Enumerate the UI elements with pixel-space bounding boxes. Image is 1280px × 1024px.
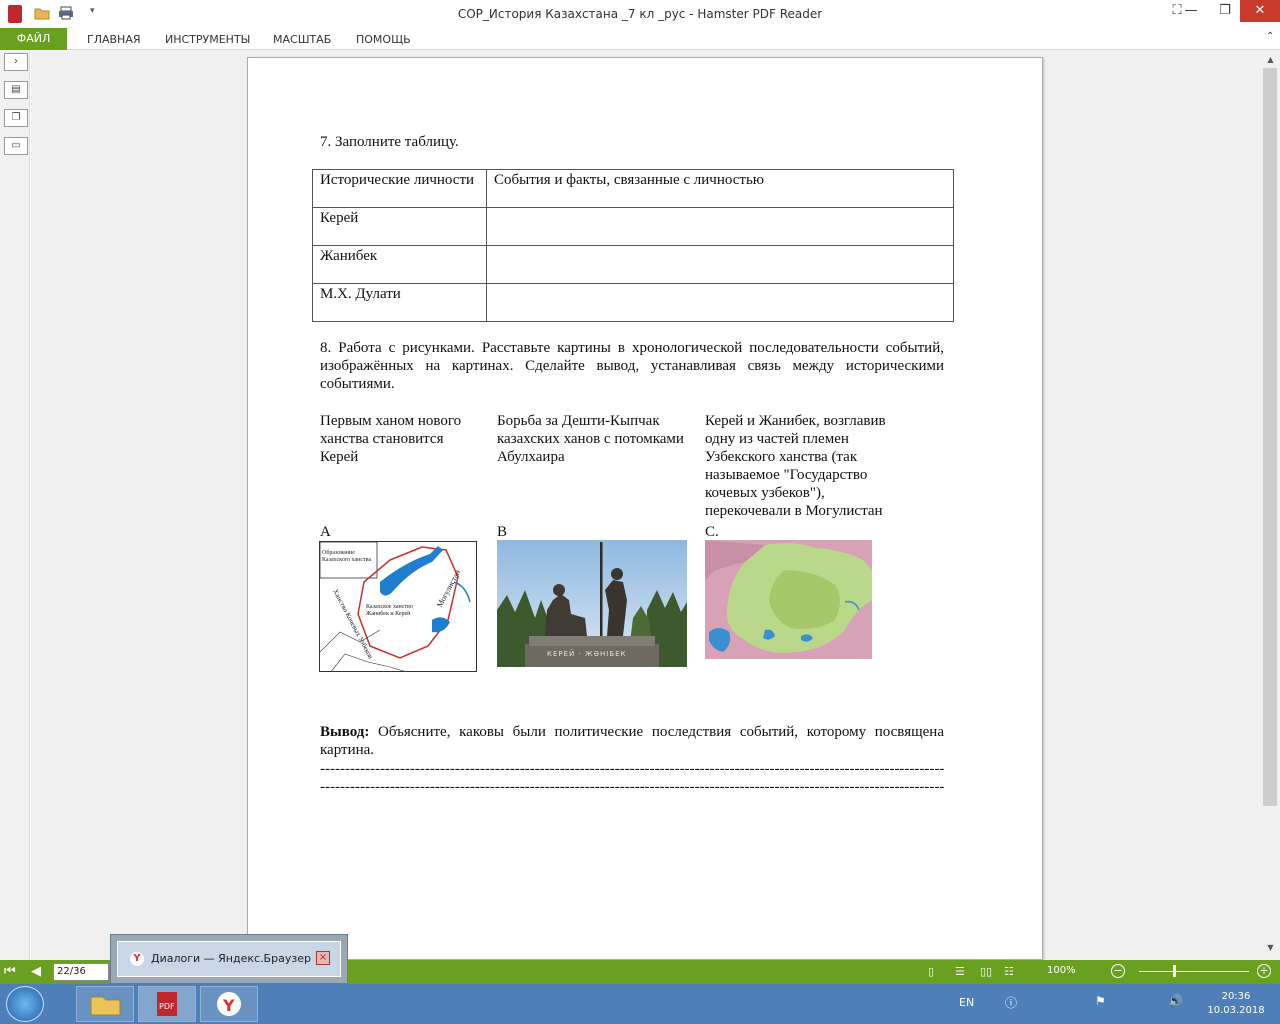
history-table: Исторические личности События и факты, с… — [312, 169, 954, 322]
title-bar: ▾ СОР_История Казахстана _7 кл _рус - Ha… — [0, 0, 1280, 28]
vertical-scrollbar[interactable]: ▲ ▼ — [1261, 50, 1280, 960]
minimize-button[interactable]: — — [1174, 0, 1208, 22]
map-label-khanate: Казахское ханство Жанибек и Керей — [366, 604, 413, 617]
caption-c: Керей и Жанибек, возглавив одну из часте… — [705, 413, 886, 519]
caption-a: Первым ханом нового ханства становится К… — [320, 413, 462, 465]
svg-text:Y: Y — [222, 996, 235, 1015]
caption-b: Борьба за Дешти-Кыпчак казахских ханов с… — [497, 413, 684, 465]
single-page-view-icon[interactable]: ▯ — [928, 965, 934, 978]
scroll-up-icon[interactable]: ▲ — [1261, 52, 1280, 68]
bookmarks-icon[interactable]: ❐ — [4, 109, 28, 127]
yandex-icon: Y — [130, 952, 144, 966]
tab-tools[interactable]: ИНСТРУМЕНТЫ — [165, 33, 250, 46]
two-page-continuous-icon[interactable]: ☷ — [1004, 965, 1014, 978]
map-kazakh-khanate-image: Образование Казахского ханства Казахское… — [319, 541, 477, 672]
help-tray-icon[interactable]: ⓘ — [1005, 994, 1017, 1011]
table-cell — [486, 245, 954, 284]
continuous-view-icon[interactable]: ☰ — [955, 965, 965, 978]
conclusion: Вывод: Объясните, каковы были политическ… — [320, 723, 944, 759]
tab-zoom[interactable]: МАСШТАБ — [273, 33, 331, 46]
historical-map-image — [705, 540, 872, 659]
label-c: С. — [705, 524, 719, 540]
expand-panel-icon[interactable]: › — [4, 53, 28, 71]
zoom-out-icon[interactable]: − — [1111, 964, 1125, 978]
answer-line-2: ----------------------------------------… — [320, 779, 944, 795]
outline-icon[interactable]: ▭ — [4, 137, 28, 155]
taskbar-preview-popup: Y Диалоги — Яндекс.Браузер × — [110, 934, 348, 984]
clock-time: 20:36 — [1221, 991, 1251, 1002]
taskbar: PDF Y EN ⓘ ⚑ 🔊 20:36 10.03.2018 — [0, 984, 1280, 1024]
table-cell — [486, 283, 954, 322]
clock-date: 10.03.2018 — [1207, 1005, 1265, 1016]
label-a: А — [320, 524, 331, 540]
scrollbar-thumb[interactable] — [1263, 68, 1277, 806]
zoom-slider[interactable] — [1139, 971, 1249, 972]
zoom-in-icon[interactable]: + — [1257, 964, 1271, 978]
page-number-input[interactable]: 22/36 — [53, 963, 109, 981]
answer-line-1: ----------------------------------------… — [320, 761, 944, 777]
popup-item[interactable]: Y Диалоги — Яндекс.Браузер × — [117, 941, 341, 977]
table-row: Жанибек — [312, 245, 954, 284]
restore-button[interactable]: ❐ — [1208, 0, 1242, 22]
ribbon-tabs: ФАЙЛ ГЛАВНАЯ ИНСТРУМЕНТЫ МАСШТАБ ПОМОЩЬ … — [0, 28, 1280, 50]
table-header-cell: Исторические личности — [312, 169, 487, 208]
table-row: М.Х. Дулати — [312, 283, 954, 322]
first-page-icon[interactable]: ⏮ — [4, 964, 16, 979]
conclusion-bold-label: Вывод: — [320, 724, 370, 740]
table-cell: М.Х. Дулати — [312, 283, 487, 322]
tab-home[interactable]: ГЛАВНАЯ — [87, 33, 141, 46]
system-clock[interactable]: 20:36 10.03.2018 — [1200, 990, 1272, 1018]
ribbon-collapse-icon[interactable]: ⌃ — [1266, 31, 1274, 42]
monument-inscription: КЕРЕЙ · ЖӘНІБЕК — [547, 650, 627, 658]
thumbnails-icon[interactable]: ▤ — [4, 81, 28, 99]
scroll-down-icon[interactable]: ▼ — [1261, 940, 1280, 956]
side-panel: › ▤ ❐ ▭ — [0, 50, 30, 960]
popup-label: Диалоги — Яндекс.Браузер — [151, 952, 311, 965]
window-title: СОР_История Казахстана _7 кл _рус - Hams… — [457, 7, 823, 21]
close-button[interactable]: ✕ — [1240, 0, 1280, 22]
zoom-slider-handle[interactable] — [1173, 965, 1176, 977]
conclusion-text: Объясните, каковы были политические посл… — [320, 724, 944, 758]
two-page-view-icon[interactable]: ▯▯ — [980, 965, 992, 978]
tab-help[interactable]: ПОМОЩЬ — [356, 33, 411, 46]
question-8: 8. Работа с рисунками. Расставьте картин… — [320, 340, 944, 392]
taskbar-pdf-reader-icon[interactable]: PDF — [138, 986, 196, 1022]
question-7: 7. Заполните таблицу. — [320, 134, 459, 150]
popup-close-icon[interactable]: × — [316, 951, 330, 965]
taskbar-yandex-browser-icon[interactable]: Y — [200, 986, 258, 1022]
table-cell: Жанибек — [312, 245, 487, 284]
table-header-row: Исторические личности События и факты, с… — [312, 169, 954, 208]
language-indicator[interactable]: EN — [959, 996, 974, 1009]
table-cell: Керей — [312, 207, 487, 246]
zoom-level: 100% — [1047, 965, 1076, 976]
monument-kerey-zhanibek-image: КЕРЕЙ · ЖӘНІБЕК — [497, 540, 687, 667]
table-row: Керей — [312, 207, 954, 246]
tab-file[interactable]: ФАЙЛ — [0, 28, 67, 50]
taskbar-explorer-icon[interactable] — [76, 986, 134, 1022]
table-header-cell: События и факты, связанные с личностью — [486, 169, 954, 208]
svg-text:PDF: PDF — [159, 1002, 175, 1011]
table-cell — [486, 207, 954, 246]
label-b: В — [497, 524, 508, 540]
flag-tray-icon[interactable]: ⚑ — [1095, 994, 1106, 1008]
prev-page-icon[interactable]: ◀ — [31, 964, 41, 979]
start-button[interactable] — [6, 986, 44, 1022]
map-label-formation: Образование Казахского ханства — [322, 550, 372, 563]
volume-tray-icon[interactable]: 🔊 — [1168, 994, 1183, 1008]
